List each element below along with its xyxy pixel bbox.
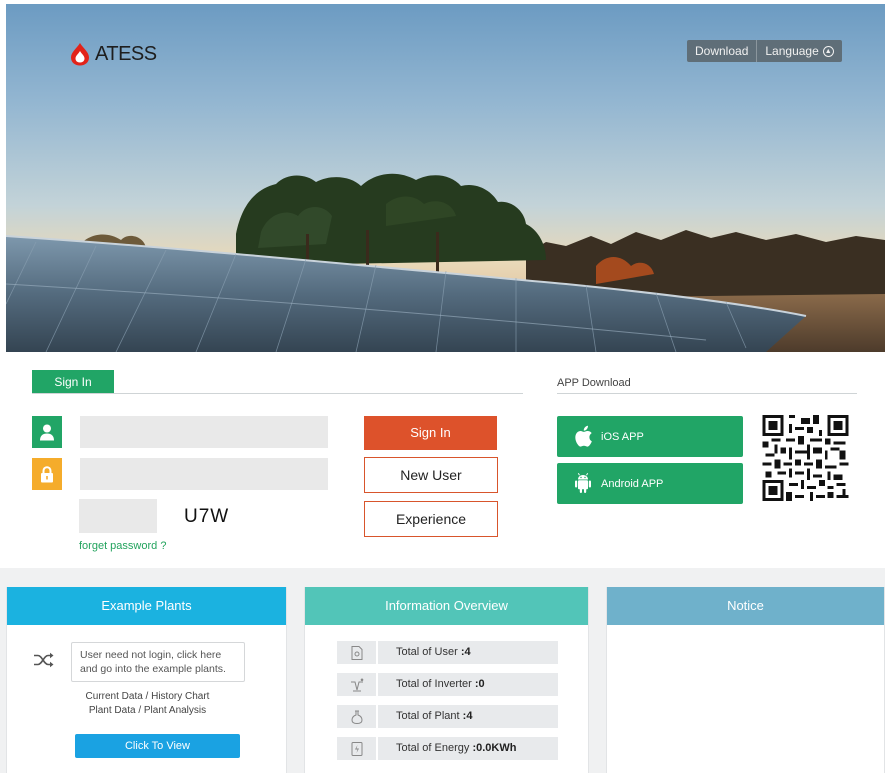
- captcha-image[interactable]: U7W: [184, 506, 229, 528]
- circle-arrow-icon: ▲: [822, 45, 834, 57]
- password-input[interactable]: [80, 458, 328, 490]
- sign-in-divider: [32, 393, 523, 394]
- hero-banner: ATESS Download Language ▲: [6, 4, 885, 352]
- apple-icon: [569, 425, 597, 448]
- android-icon: [569, 472, 597, 495]
- ios-app-button[interactable]: iOS APP: [557, 416, 743, 457]
- total-plant-stat: Total of Plant :4: [378, 705, 558, 728]
- total-user-stat: Total of User :4: [378, 641, 558, 664]
- example-features-line2: Plant Data / Plant Analysis: [88, 705, 207, 716]
- download-label: Download: [695, 44, 749, 58]
- stat-row-energy: Total of Energy :0.0KWh: [337, 737, 558, 760]
- example-note-line1: User need not login, click here: [80, 649, 222, 661]
- android-app-label: Android APP: [601, 477, 664, 490]
- qr-code-image: [762, 415, 849, 501]
- example-plants-title: Example Plants: [7, 587, 286, 625]
- total-inverter-label: Total of Inverter: [396, 678, 475, 690]
- example-note-line2: and go into the example plants.: [80, 663, 226, 675]
- download-link[interactable]: Download: [687, 40, 756, 62]
- document-icon: [337, 641, 376, 664]
- app-download-title: APP Download: [557, 377, 631, 389]
- stat-row-plant: Total of Plant :4: [337, 705, 558, 728]
- notice-panel: Notice: [606, 587, 885, 773]
- lock-icon: [32, 458, 62, 490]
- total-energy-label: Total of Energy: [396, 742, 473, 754]
- brand-logo[interactable]: ATESS: [68, 42, 157, 66]
- example-plants-features: Current Data / History Chart Plant Data …: [7, 690, 288, 718]
- stat-row-user: Total of User :4: [337, 641, 558, 664]
- sign-in-button[interactable]: Sign In: [364, 416, 497, 450]
- plant-icon: [337, 705, 376, 728]
- new-user-button[interactable]: New User: [364, 457, 498, 493]
- flame-logo-icon: [71, 43, 89, 66]
- total-energy-stat: Total of Energy :0.0KWh: [378, 737, 558, 760]
- username-input[interactable]: [80, 416, 328, 448]
- example-plants-note: User need not login, click here and go i…: [71, 642, 245, 682]
- forget-password-link[interactable]: forget password ?: [79, 540, 166, 552]
- energy-icon: [337, 737, 376, 760]
- total-energy-value: :0.0KWh: [472, 742, 517, 754]
- stat-row-inverter: Total of Inverter :0: [337, 673, 558, 696]
- language-menu[interactable]: Language ▲: [756, 40, 841, 62]
- experience-button[interactable]: Experience: [364, 501, 498, 537]
- logo-text: ATESS: [95, 42, 157, 65]
- example-features-line1: Current Data / History Chart: [85, 691, 210, 702]
- total-user-value: :4: [460, 646, 471, 658]
- information-overview-title: Information Overview: [305, 587, 588, 625]
- shuffle-icon: [34, 652, 54, 668]
- total-inverter-stat: Total of Inverter :0: [378, 673, 558, 696]
- total-plant-label: Total of Plant: [396, 710, 463, 722]
- top-nav: Download Language ▲: [687, 40, 842, 62]
- notice-title: Notice: [607, 587, 884, 625]
- click-to-view-button[interactable]: Click To View: [75, 734, 240, 758]
- inverter-icon: [337, 673, 376, 696]
- captcha-input[interactable]: [79, 499, 157, 533]
- total-user-label: Total of User: [396, 646, 461, 658]
- total-inverter-value: :0: [474, 678, 485, 690]
- user-icon: [32, 416, 62, 448]
- example-plants-panel: Example Plants User need not login, clic…: [6, 587, 287, 773]
- tab-sign-in[interactable]: Sign In: [32, 370, 114, 394]
- app-download-divider: [557, 393, 857, 394]
- android-app-button[interactable]: Android APP: [557, 463, 743, 504]
- ios-app-label: iOS APP: [601, 430, 644, 443]
- total-plant-value: :4: [462, 710, 473, 722]
- language-label: Language: [765, 44, 819, 58]
- information-overview-panel: Information Overview Total of User :4 To…: [304, 587, 589, 773]
